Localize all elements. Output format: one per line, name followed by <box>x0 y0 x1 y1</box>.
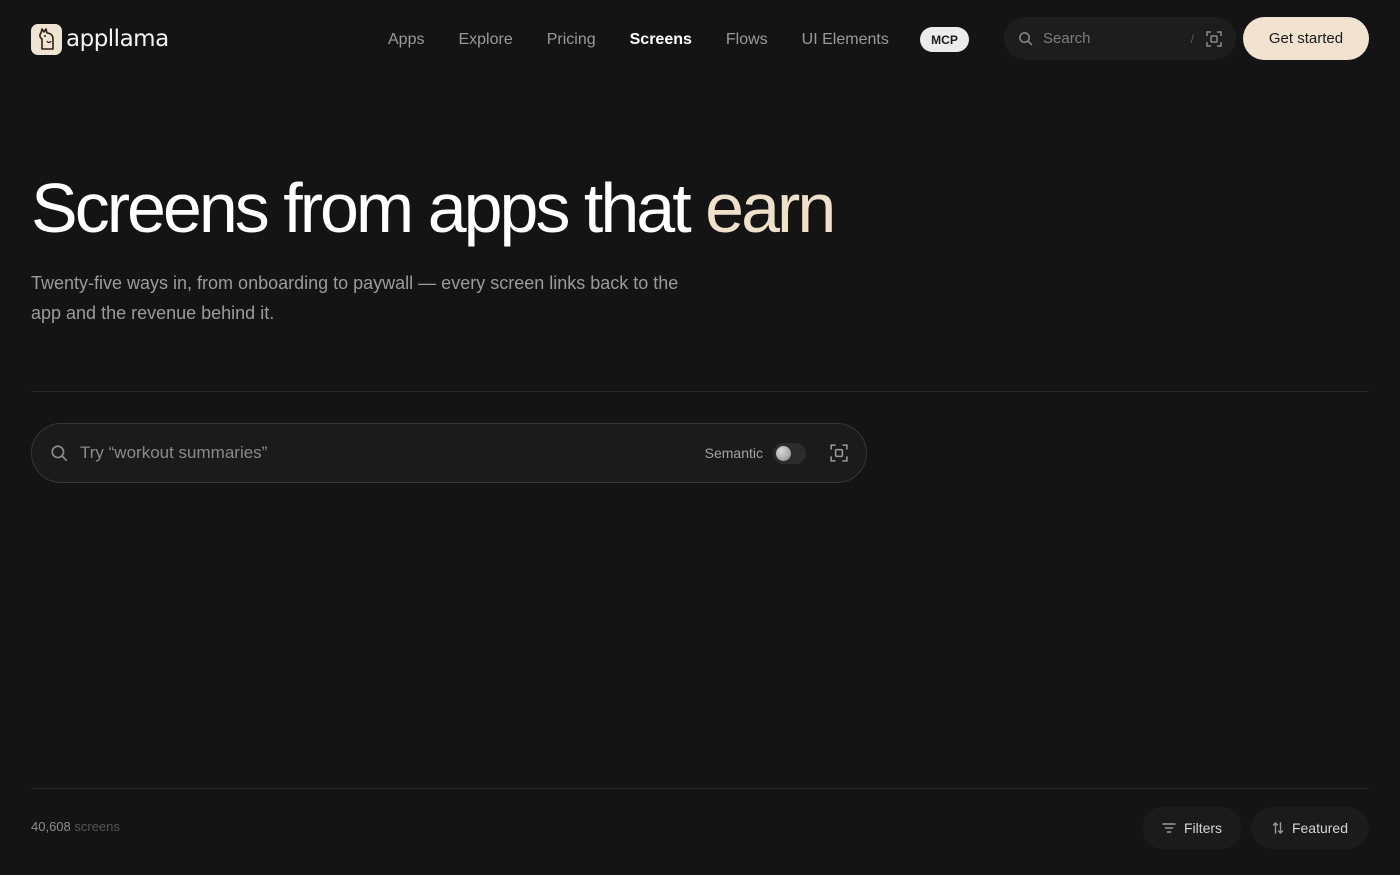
nav-explore[interactable]: Explore <box>458 27 512 53</box>
scan-icon[interactable] <box>830 444 848 462</box>
nav-ui-elements[interactable]: UI Elements <box>802 27 889 53</box>
get-started-button[interactable]: Get started <box>1243 17 1369 60</box>
search-shortcut-hint: / <box>1190 31 1194 46</box>
mcp-button[interactable]: MCP <box>920 27 969 52</box>
semantic-label: Semantic <box>704 445 763 461</box>
nav-flows[interactable]: Flows <box>726 27 768 53</box>
nav-screens[interactable]: Screens <box>630 27 692 53</box>
filters-button[interactable]: Filters <box>1142 807 1242 849</box>
sort-button[interactable]: Featured <box>1251 807 1369 849</box>
title-main: Screens from apps that <box>31 169 706 247</box>
page: appllama Apps Explore Pricing Screens Fl… <box>0 0 1400 875</box>
semantic-toggle[interactable] <box>773 442 806 464</box>
page-subtitle: Twenty-five ways in, from onboarding to … <box>31 273 679 323</box>
toggle-knob <box>776 445 791 461</box>
header-search[interactable]: Search / <box>1004 17 1236 60</box>
search-icon <box>1018 31 1033 46</box>
screen-search-bar[interactable]: Try “workout summaries” Semantic <box>31 423 867 483</box>
sort-icon <box>1272 822 1284 834</box>
brand-logo[interactable]: appllama <box>31 23 169 55</box>
divider <box>31 788 1369 789</box>
nav-pricing[interactable]: Pricing <box>547 27 596 53</box>
screen-search-input[interactable]: Try “workout summaries” <box>80 443 705 463</box>
filters-label: Filters <box>1183 820 1223 836</box>
divider <box>31 391 1369 392</box>
screen-count-unit: screens <box>74 819 120 834</box>
main-nav: Apps Explore Pricing Screens Flows UI El… <box>388 27 923 53</box>
nav-apps[interactable]: Apps <box>388 27 424 53</box>
scan-icon[interactable] <box>1206 30 1222 47</box>
brand-name: appllama <box>66 25 169 52</box>
search-icon <box>50 444 68 462</box>
header-search-input[interactable]: Search <box>1043 30 1191 47</box>
filter-icon <box>1162 822 1176 834</box>
title-accent: earn <box>705 169 836 247</box>
page-title: Screens from apps that earn <box>31 168 1031 248</box>
screen-count-value: 40,608 <box>31 819 71 834</box>
sort-label: Featured <box>1291 820 1349 836</box>
screen-count: 40,608 screens <box>31 819 120 834</box>
top-header: appllama Apps Explore Pricing Screens Fl… <box>0 0 1400 78</box>
llama-logo-icon <box>31 23 62 55</box>
